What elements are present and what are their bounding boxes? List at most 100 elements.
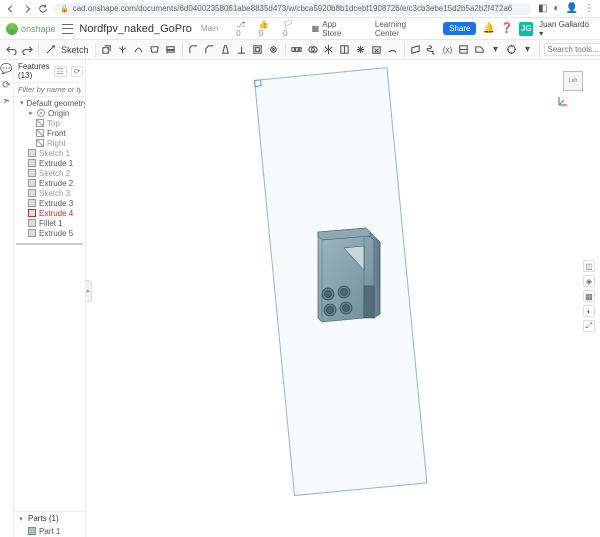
browser-menu-icon[interactable]: ⋮ bbox=[584, 3, 594, 14]
sketch-icon bbox=[28, 189, 36, 197]
shaded-view-button[interactable]: ▩ bbox=[583, 290, 595, 302]
sketch-button[interactable]: Sketch bbox=[59, 45, 91, 55]
profile-icon[interactable]: 👤 bbox=[566, 3, 578, 14]
stat-like[interactable]: 👍 0 bbox=[259, 20, 275, 38]
boolean-button[interactable] bbox=[306, 43, 320, 57]
zoom-fit-button[interactable]: ⤢ bbox=[583, 320, 595, 332]
plane-icon bbox=[36, 119, 44, 127]
tool-search-input[interactable] bbox=[544, 43, 600, 56]
versions-tab-icon[interactable]: ➣ bbox=[2, 96, 12, 106]
browser-chrome: 🔒 cad.onshape.com/documents/6d0400235806… bbox=[0, 0, 600, 18]
view-cube[interactable]: Left bbox=[558, 66, 590, 98]
extrude-button[interactable] bbox=[100, 43, 114, 57]
fillet-button[interactable] bbox=[187, 43, 201, 57]
main-menu-button[interactable] bbox=[62, 24, 74, 34]
plane-icon bbox=[36, 129, 44, 137]
tree-item-sketch3[interactable]: Sketch 3 bbox=[14, 188, 85, 198]
help-icon[interactable]: ❓ bbox=[501, 23, 513, 34]
pattern-linear-button[interactable] bbox=[290, 43, 304, 57]
mirror-button[interactable] bbox=[322, 43, 336, 57]
model-viewport[interactable]: ▸ bbox=[86, 60, 600, 537]
incognito-icon: ◐ bbox=[554, 3, 560, 14]
share-button[interactable]: Share bbox=[443, 22, 476, 35]
tree-item-front-plane[interactable]: Front bbox=[14, 128, 85, 138]
sheet-metal-button[interactable] bbox=[473, 43, 487, 57]
front-view-button[interactable]: ◫ bbox=[583, 260, 595, 272]
loft-button[interactable] bbox=[148, 43, 162, 57]
app-header: onshape Nordfpv_naked_GoPro Main ⎇ 0 👍 0… bbox=[0, 18, 600, 40]
document-branch[interactable]: Main bbox=[201, 24, 218, 33]
hole-button[interactable] bbox=[267, 43, 281, 57]
comments-tab-icon[interactable]: 💬 bbox=[2, 64, 12, 74]
browser-back-button[interactable] bbox=[6, 4, 16, 14]
user-avatar[interactable]: JG bbox=[519, 22, 533, 36]
helix-button[interactable] bbox=[425, 43, 439, 57]
browser-url-bar[interactable]: 🔒 cad.onshape.com/documents/6d0400235806… bbox=[54, 3, 532, 15]
feature-refresh-button[interactable]: ⟳ bbox=[71, 66, 84, 77]
configure-button[interactable] bbox=[505, 43, 519, 57]
axis-indicator-icon bbox=[556, 94, 570, 108]
plane-button[interactable] bbox=[409, 43, 423, 57]
stat-comment[interactable]: 🏳 0 bbox=[283, 20, 300, 38]
extrude-icon bbox=[28, 209, 36, 217]
browser-forward-button[interactable] bbox=[22, 4, 32, 14]
parts-header[interactable]: Parts (1) bbox=[28, 514, 59, 523]
draft-button[interactable] bbox=[219, 43, 233, 57]
features-header[interactable]: Features (13) bbox=[18, 62, 50, 80]
frame-button[interactable]: ▾ bbox=[489, 43, 503, 57]
variable-button[interactable]: (x) bbox=[441, 43, 455, 57]
undo-button[interactable] bbox=[4, 43, 18, 57]
feature-list-view-button[interactable]: ☲ bbox=[54, 66, 67, 77]
appstore-icon: ▦ bbox=[312, 24, 320, 33]
view-tools: ◫ ◈ ▩ ◐ ⤢ bbox=[583, 260, 597, 332]
tree-item-right-plane[interactable]: Right bbox=[14, 138, 85, 148]
tree-item-sketch1[interactable]: Sketch 1 bbox=[14, 148, 85, 158]
sketch-icon bbox=[28, 169, 36, 177]
document-title[interactable]: Nordfpv_naked_GoPro bbox=[79, 23, 192, 35]
delete-face-button[interactable] bbox=[370, 43, 384, 57]
part-model[interactable] bbox=[314, 226, 388, 326]
extrude-icon bbox=[28, 179, 36, 187]
section-view-button[interactable] bbox=[457, 43, 471, 57]
notifications-icon[interactable]: 🔔 bbox=[482, 23, 494, 34]
thicken-button[interactable] bbox=[164, 43, 178, 57]
tree-item-top-plane[interactable]: Top bbox=[14, 118, 85, 128]
sidebar-expand-tab[interactable]: ▸ bbox=[86, 280, 92, 302]
feature-filter-input[interactable] bbox=[18, 85, 81, 94]
section-view-toggle[interactable]: ◐ bbox=[583, 305, 595, 317]
view-cube-face[interactable]: Left bbox=[563, 71, 583, 91]
feature-tree-panel: Features (13) ☲ ⟳ ▾ Default geometry ▸ O… bbox=[14, 60, 86, 537]
tree-item-extrude4[interactable]: Extrude 4 bbox=[14, 208, 85, 218]
tree-item-extrude1[interactable]: Extrude 1 bbox=[14, 158, 85, 168]
extension-icon[interactable]: ◧ bbox=[538, 3, 547, 14]
browser-url: cad.onshape.com/documents/6d04002358061a… bbox=[73, 4, 526, 13]
chevron-down-icon[interactable]: ▾ bbox=[18, 515, 24, 523]
stat-branch[interactable]: ⎇ 0 bbox=[236, 20, 250, 38]
learning-center-link[interactable]: Learning Center bbox=[369, 18, 437, 40]
tree-item-extrude5[interactable]: Extrude 5 bbox=[14, 228, 85, 238]
tree-default-geometry[interactable]: ▾ Default geometry bbox=[14, 98, 85, 108]
custom-features-button[interactable]: ▾ bbox=[521, 43, 535, 57]
sketch-icon bbox=[43, 43, 57, 57]
iso-view-button[interactable]: ◈ bbox=[583, 275, 595, 287]
part-item[interactable]: Part 1 bbox=[14, 526, 85, 536]
tree-item-sketch2[interactable]: Sketch 2 bbox=[14, 168, 85, 178]
user-name[interactable]: Juan Gallardo ▾ bbox=[539, 20, 594, 38]
split-button[interactable] bbox=[338, 43, 352, 57]
history-tab-icon[interactable]: ⟳ bbox=[2, 80, 12, 90]
tree-item-origin[interactable]: ▸ Origin bbox=[14, 108, 85, 118]
tree-item-extrude3[interactable]: Extrude 3 bbox=[14, 198, 85, 208]
chamfer-button[interactable] bbox=[203, 43, 217, 57]
rib-button[interactable] bbox=[235, 43, 249, 57]
revolve-button[interactable] bbox=[116, 43, 130, 57]
tree-item-fillet1[interactable]: Fillet 1 bbox=[14, 218, 85, 228]
browser-reload-button[interactable] bbox=[38, 4, 48, 14]
app-store-link[interactable]: ▦App Store bbox=[306, 18, 363, 40]
shell-button[interactable] bbox=[251, 43, 265, 57]
redo-button[interactable] bbox=[20, 43, 34, 57]
onshape-logo[interactable]: onshape bbox=[6, 23, 56, 35]
modify-fillet-button[interactable] bbox=[386, 43, 400, 57]
transform-button[interactable] bbox=[354, 43, 368, 57]
sweep-button[interactable] bbox=[132, 43, 146, 57]
tree-item-extrude2[interactable]: Extrude 2 bbox=[14, 178, 85, 188]
